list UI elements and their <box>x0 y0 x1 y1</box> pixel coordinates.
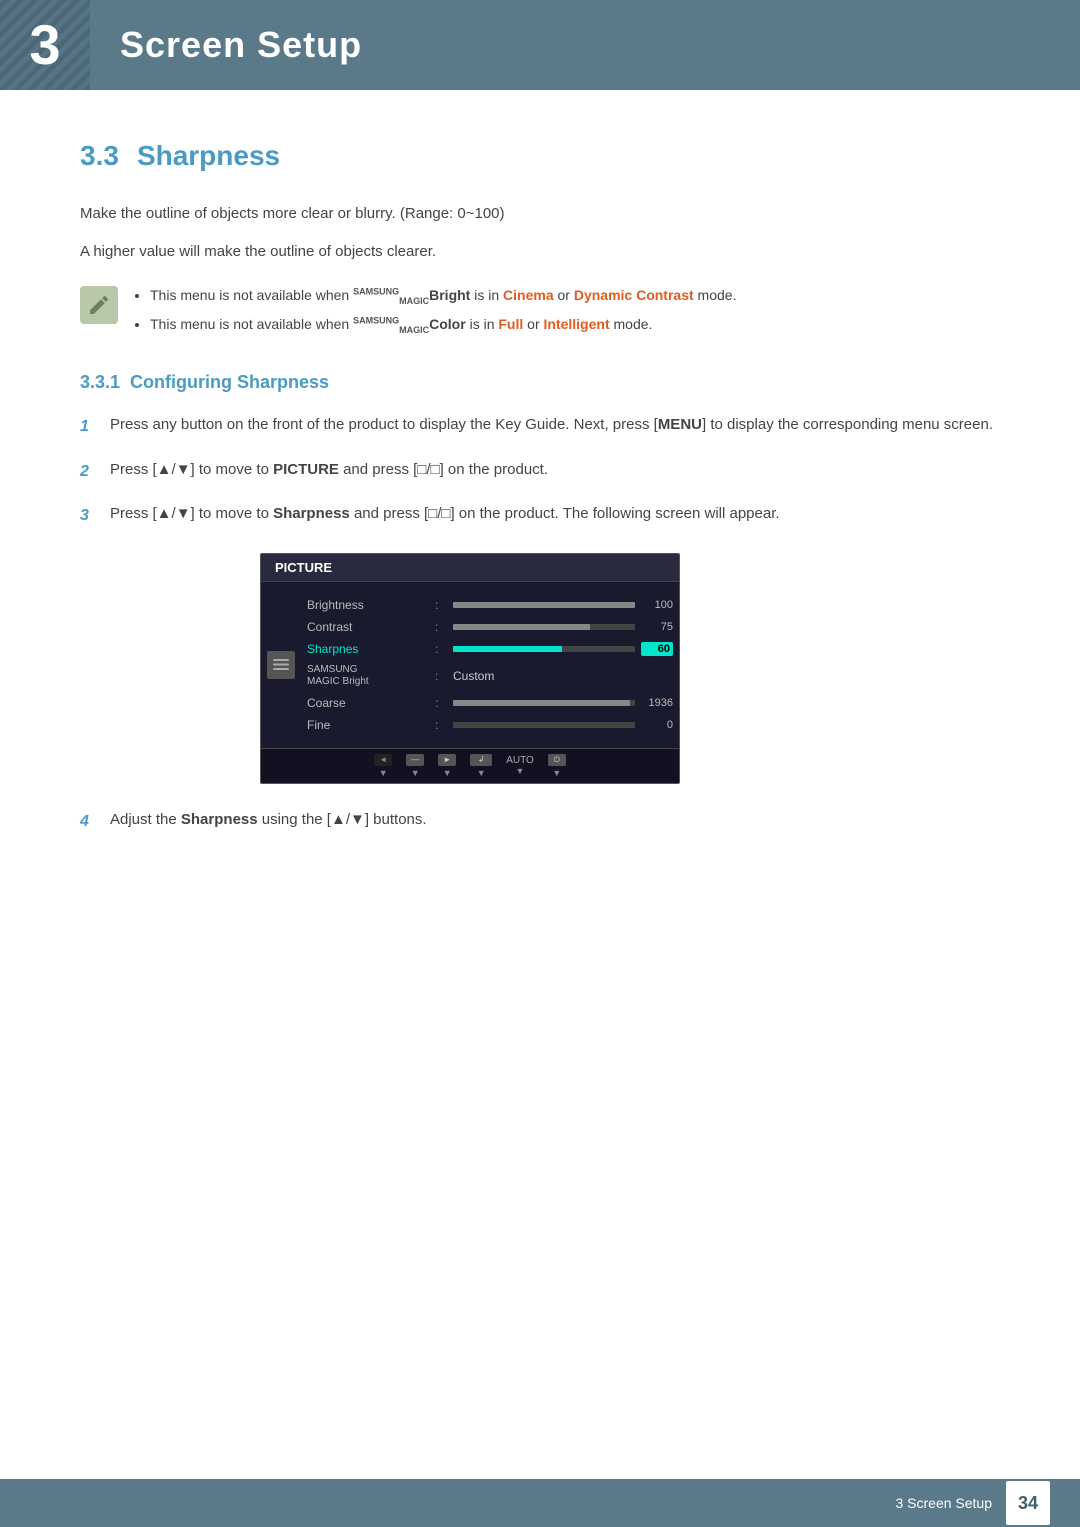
subsection-title: Configuring Sharpness <box>130 372 329 392</box>
osd-title: PICTURE <box>261 554 679 582</box>
osd-rows: Brightness : 100 Contrast : <box>301 590 679 740</box>
section-title: Sharpness <box>137 140 280 172</box>
osd-label-magic-bright: SAMSUNGMAGIC Bright <box>307 664 427 688</box>
chapter-number: 3 <box>29 17 60 73</box>
footer-section-label: 3 Screen Setup <box>895 1495 992 1511</box>
steps-list-2: 4 Adjust the Sharpness using the [▲/▼] b… <box>80 808 1000 835</box>
osd-bar-brightness: 100 <box>453 599 673 611</box>
header-banner: 3 Screen Setup <box>0 0 1080 90</box>
osd-btn-auto: AUTO ▼ <box>506 755 534 776</box>
osd-menu-icon <box>267 651 295 679</box>
osd-bar-contrast: 75 <box>453 621 673 633</box>
osd-bar-sharpness: 60 <box>453 642 673 656</box>
chapter-title: Screen Setup <box>90 24 362 66</box>
osd-row-magic-bright: SAMSUNGMAGIC Bright : Custom <box>307 660 673 692</box>
intro-paragraph-2: A higher value will make the outline of … <box>80 240 1000 264</box>
osd-btn-power: ⏻ ▼ <box>548 754 566 778</box>
step-4: 4 Adjust the Sharpness using the [▲/▼] b… <box>80 808 1000 835</box>
osd-row-sharpness: Sharpnes : 60 <box>307 638 673 660</box>
osd-footer: ◄ ▼ — ▼ ► ▼ ↲ ▼ AUTO ▼ <box>261 748 679 783</box>
osd-enter-icon: ↲ <box>470 754 492 766</box>
chapter-number-box: 3 <box>0 0 90 90</box>
pencil-icon <box>87 293 111 317</box>
note-list: This menu is not available when SAMSUNGM… <box>132 284 736 342</box>
osd-fill-coarse <box>453 700 630 706</box>
section-number: 3.3 <box>80 140 119 172</box>
osd-btn-enter: ↲ ▼ <box>470 754 492 778</box>
osd-screen: PICTURE Brightness : <box>260 553 680 784</box>
osd-back-icon: ◄ <box>374 754 392 766</box>
osd-bar-coarse: 1936 <box>453 697 673 709</box>
osd-fill-brightness <box>453 602 635 608</box>
osd-minus-icon: — <box>406 754 424 766</box>
step-3-num: 3 <box>80 503 110 529</box>
step-4-text: Adjust the Sharpness using the [▲/▼] but… <box>110 808 1000 832</box>
osd-body: Brightness : 100 Contrast : <box>261 582 679 748</box>
osd-row-fine: Fine : 0 <box>307 714 673 736</box>
step-4-num: 4 <box>80 809 110 835</box>
osd-track-coarse <box>453 700 635 706</box>
osd-row-brightness: Brightness : 100 <box>307 594 673 616</box>
osd-label-coarse: Coarse <box>307 696 427 710</box>
osd-btn-minus: — ▼ <box>406 754 424 778</box>
osd-left-icon <box>261 590 301 740</box>
footer-page-number: 34 <box>1006 1481 1050 1525</box>
page-footer: 3 Screen Setup 34 <box>0 1479 1080 1527</box>
osd-value-sharpness: 60 <box>641 642 673 656</box>
step-2-num: 2 <box>80 459 110 485</box>
osd-value-brightness: 100 <box>641 599 673 611</box>
osd-fill-contrast <box>453 624 590 630</box>
step-3: 3 Press [▲/▼] to move to Sharpness and p… <box>80 502 1000 529</box>
osd-track-fine <box>453 722 635 728</box>
osd-row-contrast: Contrast : 75 <box>307 616 673 638</box>
intro-paragraph-1: Make the outline of objects more clear o… <box>80 202 1000 226</box>
subsection-heading: 3.3.1 Configuring Sharpness <box>80 372 1000 393</box>
step-1-text: Press any button on the front of the pro… <box>110 413 1000 437</box>
osd-track-sharpness <box>453 646 635 652</box>
osd-label-fine: Fine <box>307 718 427 732</box>
steps-list: 1 Press any button on the front of the p… <box>80 413 1000 529</box>
osd-value-coarse: 1936 <box>641 697 673 709</box>
osd-screenshot: PICTURE Brightness : <box>260 553 680 784</box>
osd-btn-plus: ► ▼ <box>438 754 456 778</box>
osd-row-coarse: Coarse : 1936 <box>307 692 673 714</box>
osd-text-magic-bright: Custom <box>453 669 494 683</box>
osd-value-fine: 0 <box>641 719 673 731</box>
osd-bar-magic-bright: Custom <box>453 669 673 683</box>
osd-track-brightness <box>453 602 635 608</box>
osd-value-contrast: 75 <box>641 621 673 633</box>
main-content: 3.3 Sharpness Make the outline of object… <box>0 90 1080 933</box>
note-item-1: This menu is not available when SAMSUNGM… <box>150 284 736 309</box>
step-2: 2 Press [▲/▼] to move to PICTURE and pre… <box>80 458 1000 485</box>
step-2-text: Press [▲/▼] to move to PICTURE and press… <box>110 458 1000 482</box>
osd-btn-back: ◄ ▼ <box>374 754 392 778</box>
section-heading: 3.3 Sharpness <box>80 140 1000 172</box>
osd-fill-sharpness <box>453 646 562 652</box>
osd-power-icon: ⏻ <box>548 754 566 766</box>
note-item-2: This menu is not available when SAMSUNGM… <box>150 313 736 338</box>
osd-label-sharpness: Sharpnes <box>307 642 427 656</box>
step-1-num: 1 <box>80 414 110 440</box>
osd-plus-icon: ► <box>438 754 456 766</box>
step-3-text: Press [▲/▼] to move to Sharpness and pre… <box>110 502 1000 526</box>
note-box: This menu is not available when SAMSUNGM… <box>80 284 1000 342</box>
step-1: 1 Press any button on the front of the p… <box>80 413 1000 440</box>
osd-label-contrast: Contrast <box>307 620 427 634</box>
osd-bar-fine: 0 <box>453 719 673 731</box>
osd-track-contrast <box>453 624 635 630</box>
osd-label-brightness: Brightness <box>307 598 427 612</box>
note-icon <box>80 286 118 324</box>
subsection-number: 3.3.1 <box>80 372 120 392</box>
